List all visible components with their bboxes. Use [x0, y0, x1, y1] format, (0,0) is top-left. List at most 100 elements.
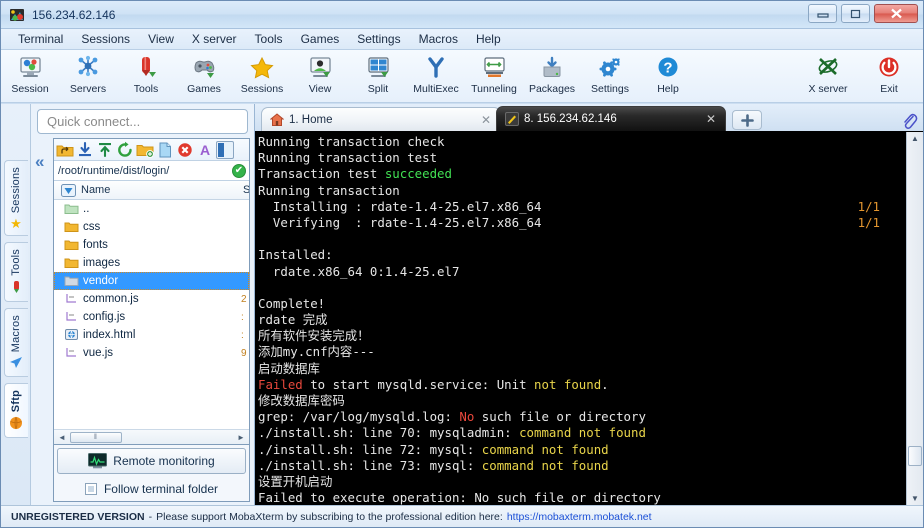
- sidebar-item-tools[interactable]: Tools: [4, 242, 28, 302]
- list-item[interactable]: ..: [54, 200, 249, 218]
- toolbar-sessions-button[interactable]: Sessions: [233, 53, 291, 95]
- hscroll-right-arrow[interactable]: ►: [235, 433, 247, 442]
- terminal-text: .: [601, 377, 608, 392]
- path-bar[interactable]: /root/runtime/dist/login/ ✔: [54, 161, 249, 181]
- vtab-tools-label: Tools: [10, 249, 22, 276]
- toolbar-help-button[interactable]: ? Help: [639, 53, 697, 95]
- path-valid-icon: ✔: [232, 164, 246, 178]
- quick-connect-input[interactable]: Quick connect...: [37, 109, 248, 134]
- tab-ssh-close-icon[interactable]: ✕: [706, 112, 716, 126]
- list-item[interactable]: index.html :: [54, 326, 249, 344]
- maximize-button[interactable]: [841, 4, 870, 23]
- scroll-down-arrow[interactable]: ▼: [911, 494, 919, 503]
- toolbar-settings-button[interactable]: Settings: [581, 53, 639, 95]
- toolbar-view-button[interactable]: View: [291, 53, 349, 95]
- menu-view[interactable]: View: [139, 30, 183, 48]
- new-file-icon[interactable]: [156, 141, 174, 159]
- toolbar-exit-button[interactable]: Exit: [861, 53, 917, 95]
- collapse-sidebar-icon[interactable]: «: [35, 152, 44, 172]
- menu-help[interactable]: Help: [467, 30, 510, 48]
- list-item[interactable]: images: [54, 254, 249, 272]
- toolbar-sessions-label: Sessions: [241, 83, 284, 95]
- toolbar-multiexec-button[interactable]: MultiExec: [407, 53, 465, 95]
- menu-tools[interactable]: Tools: [246, 30, 292, 48]
- upload-icon[interactable]: [96, 141, 114, 159]
- file-list-hscrollbar[interactable]: ◄ ‖ ►: [54, 429, 249, 444]
- list-item[interactable]: css: [54, 218, 249, 236]
- follow-terminal-folder-row[interactable]: Follow terminal folder: [54, 477, 249, 501]
- tab-home[interactable]: 1. Home ✕: [261, 107, 501, 131]
- toolbar-help-label: Help: [657, 83, 679, 95]
- terminal-output[interactable]: Running transaction checkRunning transac…: [255, 132, 906, 505]
- delete-icon[interactable]: [176, 141, 194, 159]
- terminal-text: 修改数据库密码: [258, 393, 345, 408]
- sidebar-item-sessions[interactable]: Sessions ★: [4, 160, 28, 236]
- tab-home-close-icon[interactable]: ✕: [481, 113, 491, 127]
- toggle-panel-icon[interactable]: [216, 141, 234, 159]
- toolbar-split-button[interactable]: Split: [349, 53, 407, 95]
- scroll-thumb[interactable]: [908, 446, 922, 466]
- parent-folder-icon[interactable]: [56, 141, 74, 159]
- star-icon: [247, 55, 277, 81]
- toolbar-xserver-button[interactable]: X server: [795, 53, 861, 95]
- close-button[interactable]: [874, 4, 918, 23]
- new-tab-button[interactable]: [732, 110, 762, 130]
- status-message: Please support MobaXterm by subscribing …: [156, 511, 503, 523]
- toolbar-games-label: Games: [187, 83, 221, 95]
- js-file-icon: [64, 292, 79, 306]
- follow-terminal-checkbox[interactable]: [85, 483, 97, 495]
- list-item[interactable]: common.js 2: [54, 290, 249, 308]
- file-name: fonts: [83, 239, 108, 251]
- toolbar-exit-label: Exit: [880, 83, 898, 95]
- menu-terminal[interactable]: Terminal: [9, 30, 72, 48]
- list-item[interactable]: vue.js 9: [54, 344, 249, 362]
- toolbar-tunneling-button[interactable]: Tunneling: [465, 53, 523, 95]
- column-name-header[interactable]: Name: [81, 184, 243, 196]
- list-item-selected[interactable]: vendor: [54, 272, 249, 290]
- hscroll-left-arrow[interactable]: ◄: [56, 433, 68, 442]
- sidebar-item-macros[interactable]: Macros: [4, 308, 28, 377]
- mobaxterm-link[interactable]: https://mobaxterm.mobatek.net: [507, 511, 652, 523]
- hscroll-thumb[interactable]: ‖: [70, 432, 122, 443]
- session-tab-bar: 1. Home ✕ 8. 156.234.62.146 ✕: [255, 104, 923, 131]
- menu-settings[interactable]: Settings: [348, 30, 409, 48]
- terminal-text: such file or directory: [474, 409, 646, 424]
- terminal-text: 启动数据库: [258, 361, 320, 376]
- menu-xserver[interactable]: X server: [183, 30, 246, 48]
- toolbar-games-button[interactable]: Games: [175, 53, 233, 95]
- column-size-header[interactable]: S: [243, 184, 249, 196]
- scroll-up-arrow[interactable]: ▲: [911, 134, 919, 143]
- new-folder-icon[interactable]: [136, 141, 154, 159]
- star-icon: ★: [10, 217, 22, 230]
- menu-games[interactable]: Games: [292, 30, 349, 48]
- text-mode-icon[interactable]: A: [196, 141, 214, 159]
- terminal-text: Running transaction: [258, 183, 400, 198]
- terminal-text: Installing : rdate-1.4-25.el7.x86_64: [258, 199, 541, 214]
- terminal-line: 所有软件安装完成！: [258, 328, 906, 344]
- tab-ssh-session[interactable]: 8. 156.234.62.146 ✕: [496, 106, 726, 131]
- file-name: index.html: [83, 329, 135, 341]
- terminal-scrollbar[interactable]: ▲ ▼: [906, 132, 923, 505]
- toolbar-session-button[interactable]: Session: [1, 53, 59, 95]
- menu-sessions[interactable]: Sessions: [72, 30, 139, 48]
- terminal-line: rdate 完成: [258, 312, 906, 328]
- download-icon[interactable]: [76, 141, 94, 159]
- toolbar-servers-button[interactable]: Servers: [59, 53, 117, 95]
- toolbar-tools-button[interactable]: Tools: [117, 53, 175, 95]
- remote-monitoring-button[interactable]: Remote monitoring: [57, 448, 246, 474]
- file-browser: A /root/runtime/dist/login/ ✔ Nam: [53, 138, 250, 445]
- menu-macros[interactable]: Macros: [410, 30, 467, 48]
- minimize-button[interactable]: [808, 4, 837, 23]
- svg-text:?: ?: [663, 60, 672, 77]
- paperclip-icon[interactable]: [895, 112, 923, 131]
- list-item[interactable]: config.js :: [54, 308, 249, 326]
- toolbar-packages-button[interactable]: Packages: [523, 53, 581, 95]
- file-name: ..: [83, 203, 89, 215]
- sidebar-item-sftp[interactable]: Sftp: [4, 383, 28, 438]
- sort-descending-icon[interactable]: [60, 183, 76, 197]
- list-item[interactable]: fonts: [54, 236, 249, 254]
- folder-icon: [64, 220, 79, 234]
- file-list[interactable]: .. css fonts: [54, 200, 249, 429]
- toolbar-tunneling-label: Tunneling: [471, 83, 517, 95]
- refresh-icon[interactable]: [116, 141, 134, 159]
